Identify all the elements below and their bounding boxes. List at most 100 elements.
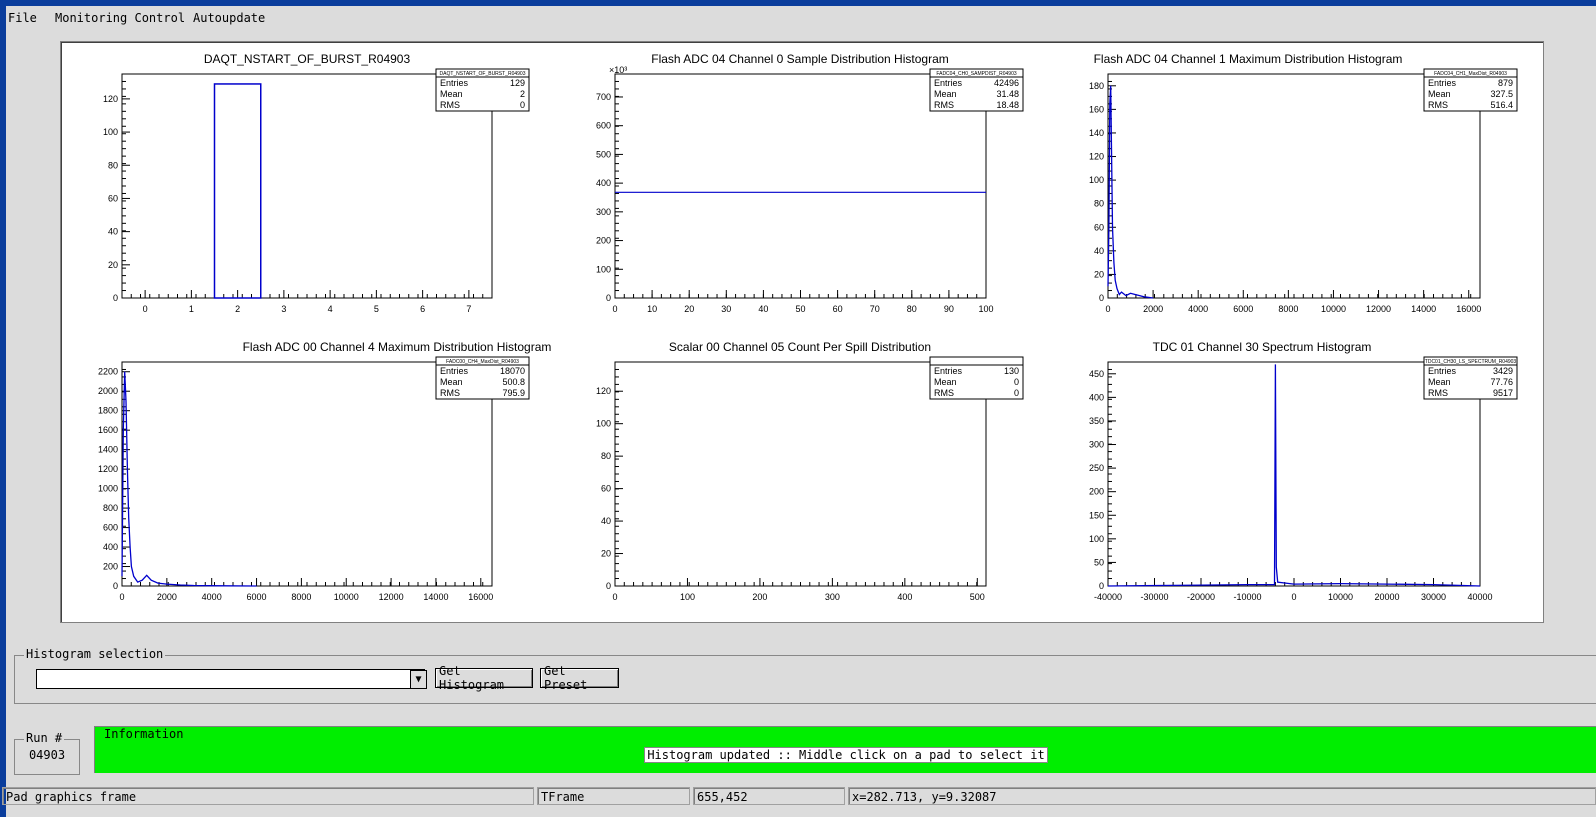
- stats-value: 18.48: [996, 100, 1019, 110]
- stats-key: Mean: [934, 377, 957, 387]
- x-tick-label: 7: [466, 304, 471, 314]
- x-tick-label: 300: [825, 592, 840, 602]
- y-tick-label: 40: [108, 227, 118, 237]
- stats-key: Mean: [440, 377, 463, 387]
- x-tick-label: 14000: [1411, 304, 1436, 314]
- stats-value: 795.9: [502, 388, 525, 398]
- run-number: 04903: [28, 748, 66, 762]
- y-tick-label: 100: [596, 419, 611, 429]
- stats-value: 77.76: [1490, 377, 1513, 387]
- y-tick-label: 700: [596, 92, 611, 102]
- x-tick-label: 0: [612, 592, 617, 602]
- x-tick-label: 20: [684, 304, 694, 314]
- y-tick-label: 80: [601, 451, 611, 461]
- axis-multiplier: ×10³: [609, 65, 627, 75]
- stats-key: Entries: [1428, 78, 1457, 88]
- stats-value: 3429: [1493, 366, 1513, 376]
- stats-value: 129: [510, 78, 525, 88]
- x-tick-label: 0: [119, 592, 124, 602]
- stats-value: 0: [1014, 388, 1019, 398]
- x-tick-label: 0: [1105, 304, 1110, 314]
- x-tick-label: -10000: [1233, 592, 1261, 602]
- menu-monitoring-control[interactable]: Monitoring Control: [55, 11, 185, 25]
- stats-value: 500.8: [502, 377, 525, 387]
- y-tick-label: 0: [606, 293, 611, 303]
- y-tick-label: 0: [113, 293, 118, 303]
- x-tick-label: 2: [235, 304, 240, 314]
- x-tick-label: -40000: [1094, 592, 1122, 602]
- stats-value: 2: [520, 89, 525, 99]
- menu-autoupdate[interactable]: Autoupdate: [193, 11, 265, 25]
- status-pad: Pad graphics frame: [2, 787, 534, 805]
- y-tick-label: 200: [103, 562, 118, 572]
- x-tick-label: 16000: [468, 592, 493, 602]
- histogram-combo[interactable]: [36, 669, 425, 689]
- x-tick-label: 2000: [157, 592, 177, 602]
- information-label: Information: [102, 727, 186, 741]
- stats-value: 0: [1014, 377, 1019, 387]
- y-tick-label: 60: [108, 193, 118, 203]
- y-tick-label: 400: [1089, 392, 1104, 402]
- y-tick-label: 1000: [98, 484, 118, 494]
- y-tick-label: 0: [113, 581, 118, 591]
- stats-key: Entries: [440, 78, 469, 88]
- x-tick-label: 10: [647, 304, 657, 314]
- x-tick-label: 50: [795, 304, 805, 314]
- y-tick-label: 50: [1094, 557, 1104, 567]
- get-preset-button[interactable]: Get Preset: [540, 664, 619, 692]
- x-tick-label: 400: [897, 592, 912, 602]
- canvas-svg[interactable]: DAQT_NSTART_OF_BURST_R049030 1 2 3 4 5 6 702040…: [61, 42, 1543, 622]
- histogram-selection-label: Histogram selection: [24, 647, 166, 661]
- information-message-text: Histogram updated :: Middle click on a p…: [644, 747, 1048, 763]
- histogram-pad-3: Flash ADC 00 Channel 4 Maximum Distribut…: [98, 340, 551, 602]
- y-tick-label: 1200: [98, 464, 118, 474]
- y-tick-label: 450: [1089, 369, 1104, 379]
- y-tick-label: 160: [1089, 104, 1104, 114]
- chart-title: TDC 01 Channel 30 Spectrum Histogram: [1153, 340, 1372, 354]
- y-tick-label: 200: [1089, 487, 1104, 497]
- y-tick-label: 600: [596, 121, 611, 131]
- y-tick-label: 180: [1089, 81, 1104, 91]
- y-tick-label: 0: [1099, 293, 1104, 303]
- run-label: Run #: [24, 731, 65, 745]
- y-tick-label: 350: [1089, 416, 1104, 426]
- x-tick-label: 12000: [1366, 304, 1391, 314]
- x-tick-label: 2000: [1143, 304, 1163, 314]
- stats-key: Mean: [440, 89, 463, 99]
- x-tick-label: 8000: [1278, 304, 1298, 314]
- stats-value: 879: [1498, 78, 1513, 88]
- histogram-canvas[interactable]: DAQT_NSTART_OF_BURST_R04903 0 1 2 3 4 5 6 7 0 20 40…: [60, 41, 1544, 623]
- x-tick-label: 4000: [1188, 304, 1208, 314]
- stats-name: FADC04_CH0_SAMPDIST_R04903: [936, 71, 1017, 77]
- y-tick-label: 140: [1089, 128, 1104, 138]
- x-tick-label: 5: [374, 304, 379, 314]
- stats-key: Mean: [1428, 89, 1451, 99]
- x-tick-label: 90: [944, 304, 954, 314]
- get-histogram-button[interactable]: Get Histogram: [435, 664, 533, 692]
- chevron-down-icon[interactable]: ▼: [410, 670, 427, 689]
- y-tick-label: 500: [596, 149, 611, 159]
- y-tick-label: 400: [596, 178, 611, 188]
- x-tick-label: 0: [1291, 592, 1296, 602]
- chart-title: Flash ADC 04 Channel 1 Maximum Distribut…: [1094, 52, 1403, 66]
- stats-value: 9517: [1493, 388, 1513, 398]
- stats-key: Entries: [440, 366, 469, 376]
- main-window: File Monitoring Control Autoupdate DAQT_…: [2, 6, 1596, 817]
- menu-file[interactable]: File: [8, 11, 37, 25]
- stats-value: 0: [520, 100, 525, 110]
- histogram-pad-0: DAQT_NSTART_OF_BURST_R049030 1 2 3 4 5 6 702040…: [103, 52, 530, 314]
- x-tick-label: 4: [328, 304, 333, 314]
- x-tick-label: 6: [420, 304, 425, 314]
- x-tick-label: 6000: [1233, 304, 1253, 314]
- stats-key: RMS: [934, 100, 954, 110]
- y-tick-label: 2200: [98, 367, 118, 377]
- stats-value: 516.4: [1490, 100, 1513, 110]
- x-tick-label: 40: [758, 304, 768, 314]
- y-tick-label: 40: [601, 516, 611, 526]
- menu-bar: File Monitoring Control Autoupdate: [6, 6, 1596, 28]
- x-tick-label: 30: [721, 304, 731, 314]
- y-tick-label: 120: [1089, 152, 1104, 162]
- y-tick-label: 80: [1094, 199, 1104, 209]
- stats-value: 31.48: [996, 89, 1019, 99]
- y-tick-label: 20: [601, 549, 611, 559]
